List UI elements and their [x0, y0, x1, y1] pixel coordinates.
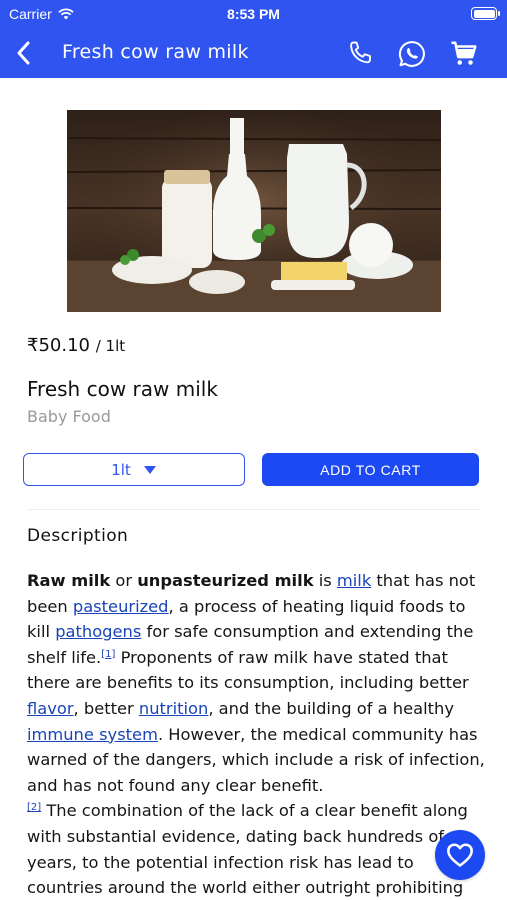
product-category: Baby Food: [27, 407, 111, 426]
description-text-part: , better: [73, 698, 139, 718]
cart-icon: [451, 41, 477, 65]
call-button[interactable]: [345, 38, 377, 70]
whatsapp-icon: [398, 41, 425, 67]
link-immune-system[interactable]: immune system: [27, 725, 158, 744]
description-text-part: The combination of the lack of a clear b…: [27, 801, 468, 898]
reference-1-link[interactable]: [1]: [101, 649, 115, 660]
product-name: Fresh cow raw milk: [27, 377, 218, 401]
price-unit: / 1lt: [95, 337, 126, 355]
status-time: 8:53 PM: [227, 6, 280, 22]
link-pathogens[interactable]: pathogens: [55, 622, 141, 641]
battery-icon: [471, 7, 500, 20]
divider: [27, 509, 480, 510]
product-image: [67, 110, 441, 312]
favorite-button[interactable]: [435, 830, 485, 880]
page-title: Fresh cow raw milk: [62, 41, 249, 63]
link-nutrition[interactable]: nutrition: [139, 699, 208, 718]
unit-dropdown[interactable]: 1lt: [23, 453, 245, 486]
link-milk[interactable]: milk: [337, 571, 371, 590]
app-bar: Fresh cow raw milk: [0, 28, 507, 78]
unit-dropdown-value: 1lt: [111, 460, 131, 479]
description-text: Raw milk or unpasteurized milk is milk t…: [27, 568, 485, 900]
product-price: ₹50.10 / 1lt: [27, 335, 125, 356]
link-flavor[interactable]: flavor: [27, 699, 74, 718]
description-text-part: or: [110, 571, 138, 590]
description-heading: Description: [27, 526, 129, 546]
link-pasteurized[interactable]: pasteurized: [73, 597, 169, 616]
caret-down-icon: [143, 465, 156, 474]
description-text-part: , and the building of a healthy: [208, 698, 454, 718]
term-unpasteurized-milk: unpasteurized milk: [137, 571, 314, 590]
cart-button[interactable]: [448, 38, 480, 70]
back-button[interactable]: [8, 37, 38, 69]
add-to-cart-button[interactable]: ADD TO CART: [262, 453, 479, 486]
phone-icon: [350, 41, 371, 64]
whatsapp-button[interactable]: [396, 38, 428, 70]
term-raw-milk: Raw milk: [27, 571, 111, 590]
price-value: ₹50.10: [27, 335, 90, 356]
reference-2-link[interactable]: [2]: [27, 802, 41, 813]
status-bar: Carrier 8:53 PM: [0, 0, 507, 28]
back-arrow-icon: [17, 41, 30, 65]
description-text-part: is: [313, 571, 337, 590]
heart-icon: [447, 843, 473, 867]
